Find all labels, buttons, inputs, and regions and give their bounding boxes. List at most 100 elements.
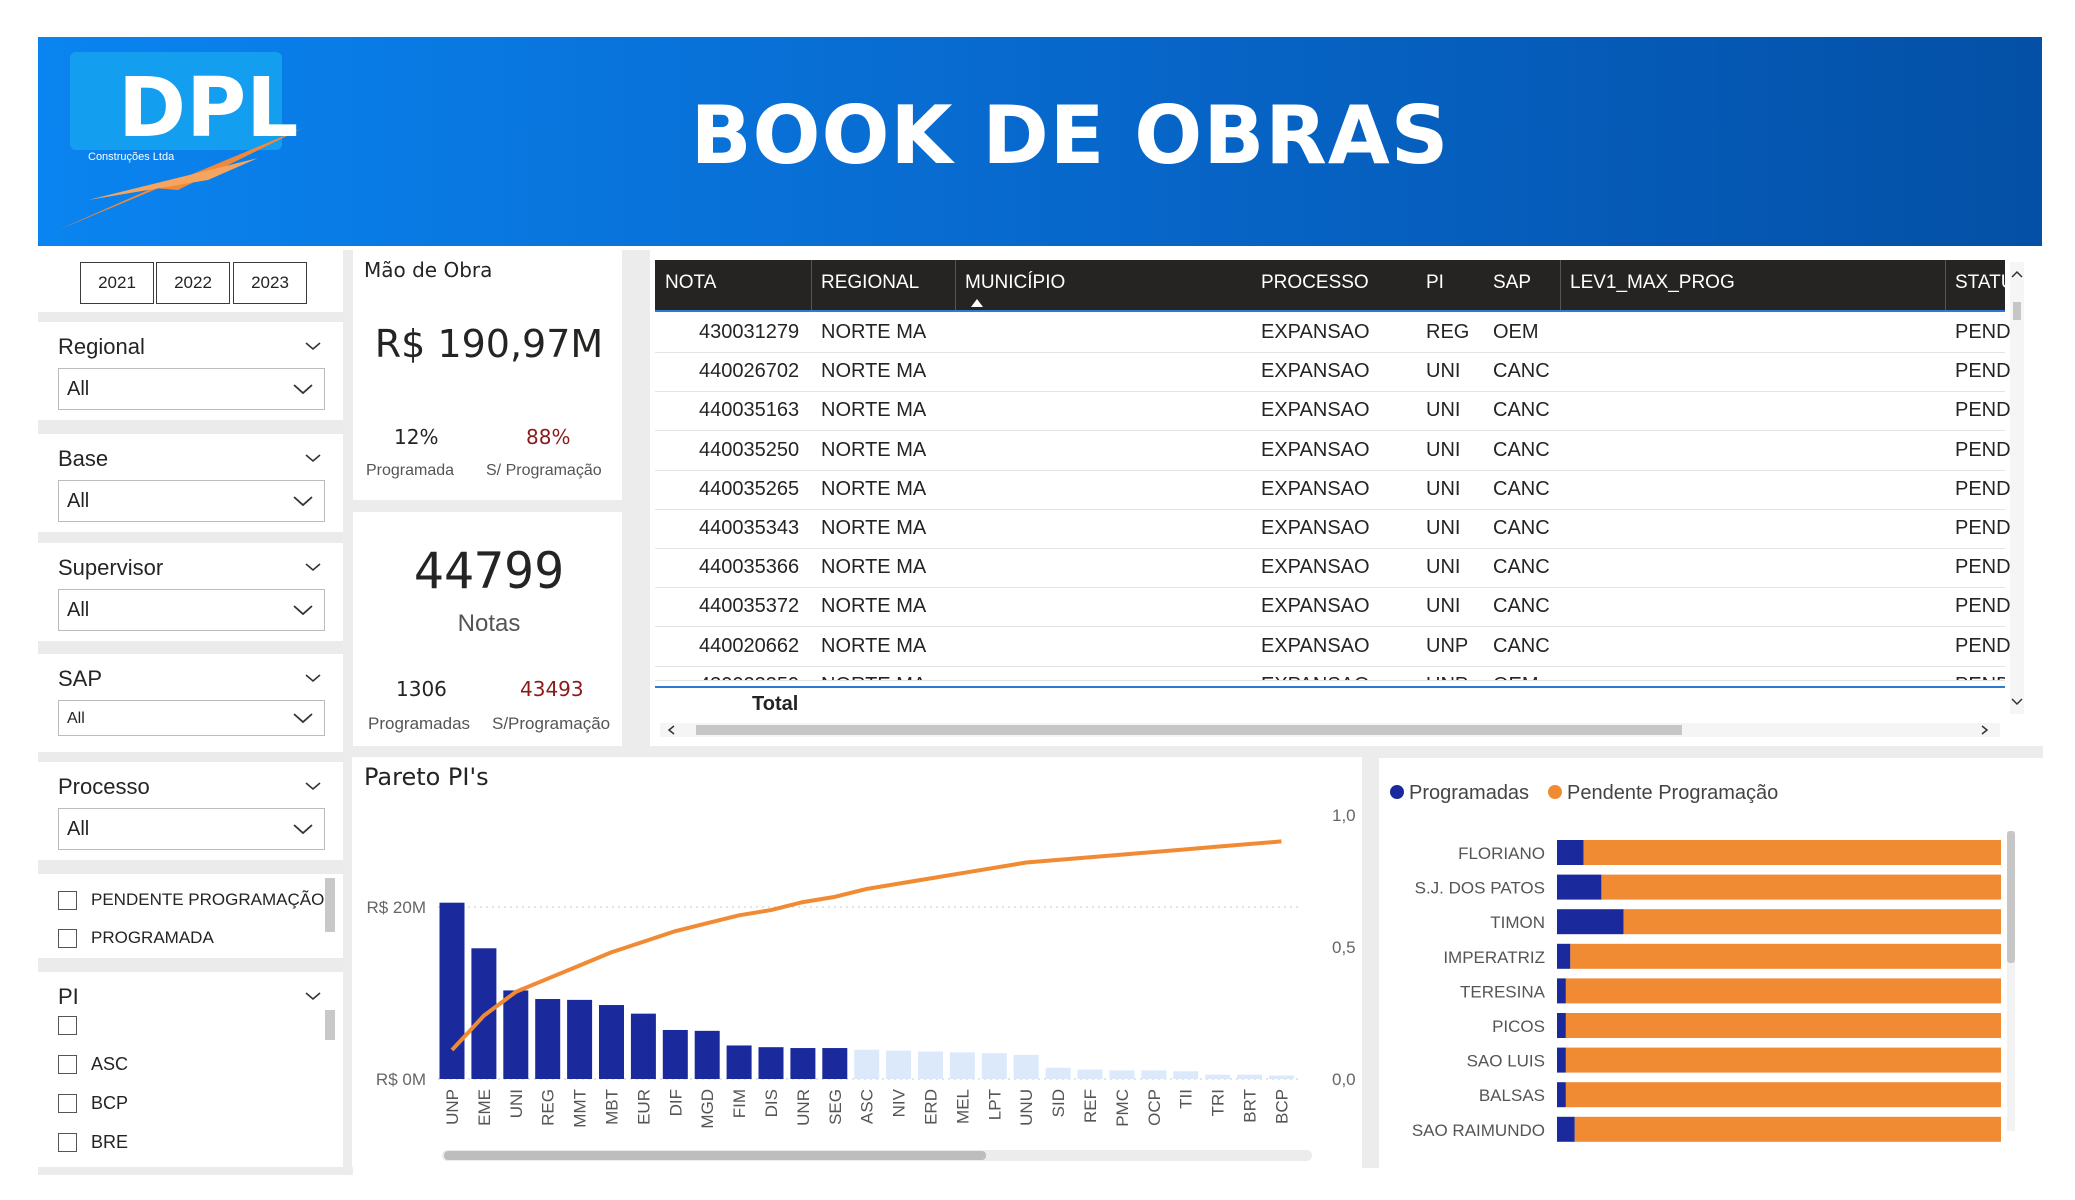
bar-uni [503,990,529,1079]
chart-scroll-thumb [444,1151,986,1160]
checkbox[interactable] [58,1055,77,1074]
cell-status: PEND [1955,595,2011,618]
table-row[interactable]: 440035265 NORTE MA EXPANSAO UNI CANC PEND [655,471,2011,510]
year-2022-button[interactable]: 2022 [156,262,230,304]
bar-sid [1045,1067,1071,1079]
col-divider [1945,260,1946,310]
col-divider [811,260,812,310]
regional-dropdown[interactable]: All [58,368,325,410]
scroll-thumb[interactable] [2013,302,2021,320]
processo-dropdown[interactable]: All [58,808,325,850]
col-regional[interactable]: REGIONAL [821,272,919,294]
year-2023-button[interactable]: 2023 [233,262,307,304]
supervisor-value: All [67,599,90,621]
chevron-down-icon[interactable] [303,776,323,796]
bar-programadas-4 [1557,978,1566,1004]
col-processo[interactable]: PROCESSO [1261,272,1369,294]
bar-asc [854,1049,880,1079]
vertical-scrollbar[interactable] [2010,262,2024,714]
chevron-down-icon[interactable] [303,557,323,577]
sap-dropdown[interactable]: All [58,700,325,736]
col-sap[interactable]: SAP [1493,272,1531,294]
category-label: BALSAS [1479,1086,1545,1105]
cell-nota: 440020662 [699,634,800,657]
bar-fim [726,1045,752,1079]
x-tick-label: EME [475,1089,494,1126]
scroll-right-icon[interactable] [1980,724,1990,736]
x-tick-label: MEL [953,1089,972,1124]
pct-sem-programacao: 88% [526,425,571,449]
cell-regional: NORTE MA [821,556,927,579]
y2-tick-label: 1,0 [1332,806,1356,825]
checkbox[interactable] [58,1094,77,1113]
pi-option-bcp[interactable]: BCP [58,1093,128,1114]
col-municipio[interactable]: MUNICÍPIO [965,272,1065,294]
chevron-down-icon[interactable] [303,336,323,356]
cell-pi: UNI [1426,438,1461,461]
cell-pi: UNI [1426,595,1461,618]
cell-processo: EXPANSAO [1261,321,1370,343]
scrollbar[interactable] [325,878,335,932]
supervisor-dropdown[interactable]: All [58,589,325,631]
table-row[interactable]: 440035372 NORTE MA EXPANSAO UNI CANC PEND [655,588,2011,628]
col-lev1-max-prog[interactable]: LEV1_MAX_PROG [1570,272,1735,294]
table-row[interactable]: 440020662 NORTE MA EXPANSAO UNP CANC PEND [655,628,2011,667]
pi-option-asc[interactable]: ASC [58,1054,128,1075]
cell-nota: 440035250 [699,438,800,461]
col-pi[interactable]: PI [1426,272,1444,294]
checkbox[interactable] [58,1016,77,1035]
cell-nota: 440035265 [699,477,800,500]
cell-sap: CANC [1493,399,1550,422]
cell-regional: NORTE MA [821,634,927,657]
year-2021-button[interactable]: 2021 [80,262,154,304]
bar-programadas-5 [1557,1013,1566,1038]
notas-value: 44799 [413,542,565,600]
scroll-down-icon[interactable] [2010,697,2024,707]
col-status[interactable]: STATU [1955,272,2014,294]
bar-programadas-2 [1557,909,1624,935]
bar-pendente-0 [1583,840,2001,865]
bar-dis [758,1047,784,1079]
x-tick-label: UNI [507,1089,526,1118]
scroll-up-icon[interactable] [2010,269,2024,279]
table-header: NOTA REGIONAL MUNICÍPIO PROCESSO PI SAP … [655,260,2014,310]
table-row[interactable]: 440035343 NORTE MA EXPANSAO UNI CANC PEND [655,510,2011,549]
table-row[interactable]: 440035163 NORTE MA EXPANSAO UNI CANC PEND [655,392,2011,432]
scroll-left-icon[interactable] [666,724,676,736]
cell-pi: UNI [1426,477,1461,500]
bar-tii [1173,1071,1199,1079]
checkbox[interactable] [58,1133,77,1152]
scrollbar[interactable] [325,1010,335,1040]
table-row[interactable]: 440035366 NORTE MA EXPANSAO UNI CANC PEND [655,549,2011,589]
pi-option-bre[interactable]: BRE [58,1132,128,1153]
checkbox[interactable] [58,890,77,910]
bar-dif [662,1029,688,1079]
table-row[interactable]: 430031279 NORTE MA EXPANSAO REG OEM PEND [655,314,2011,353]
bar-pendente-4 [1565,978,2001,1004]
scroll-thumb[interactable] [696,725,1682,735]
status-option-programada[interactable]: PROGRAMADA [58,928,214,948]
base-dropdown[interactable]: All [58,480,325,522]
bar-pendente-1 [1601,874,2001,900]
cell-nota: 440035163 [699,399,800,422]
checkbox[interactable] [58,928,77,948]
table-row[interactable]: 440035250 NORTE MA EXPANSAO UNI CANC PEND [655,432,2011,471]
status-option-pendente[interactable]: PENDENTE PROGRAMAÇÃO [58,890,324,910]
chart-scroll-thumb [2007,831,2015,963]
x-tick-label: UNU [1017,1089,1036,1126]
legend-dot-programadas [1390,785,1404,799]
col-nota[interactable]: NOTA [665,272,716,294]
chevron-down-icon[interactable] [303,986,323,1006]
chevron-down-icon[interactable] [303,448,323,468]
label-sem-programacao: S/ Programação [486,462,602,479]
cell-regional: NORTE MA [821,674,926,680]
cell-processo: EXPANSAO [1261,438,1370,461]
chevron-down-icon[interactable] [303,668,323,688]
gutter [1362,758,1379,1168]
logo-subtext: Construções Ltda [88,151,175,163]
table-row[interactable]: 440026702 NORTE MA EXPANSAO UNI CANC PEND [655,353,2011,393]
bar-programadas-0 [1557,840,1584,865]
table-row[interactable]: 430023359 NORTE MA EXPANSAO UNP OEM PEND [655,667,2005,681]
bar-niv [886,1050,912,1079]
pi-option-blank[interactable] [58,1016,91,1035]
